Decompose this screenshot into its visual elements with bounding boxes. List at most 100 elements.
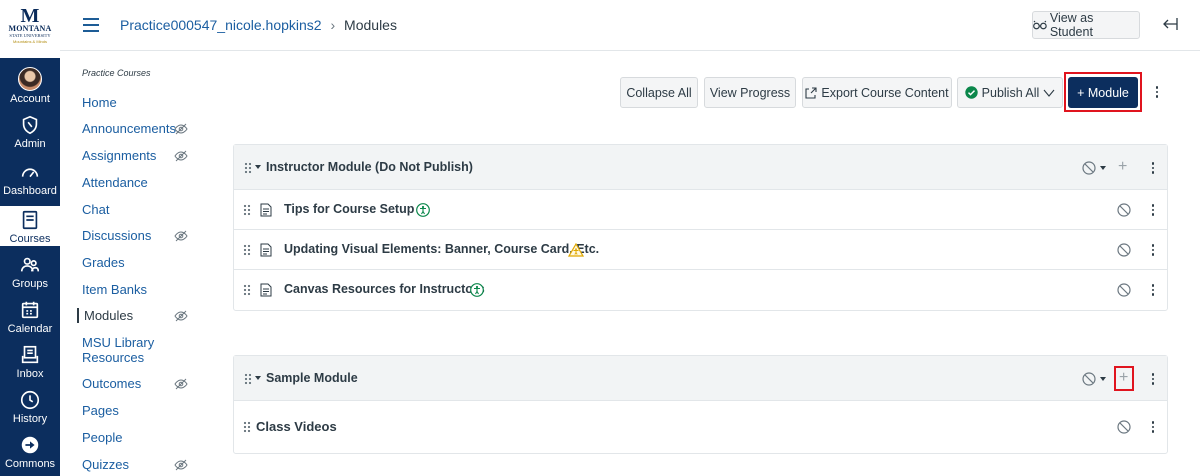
module-item-title[interactable]: Class Videos [256, 419, 337, 434]
page-icon [260, 283, 272, 297]
drag-handle-icon[interactable] [243, 284, 251, 296]
collapse-caret-icon[interactable] [255, 165, 261, 169]
view-progress-button[interactable]: View Progress [704, 77, 796, 108]
logo-name: MONTANA [8, 24, 52, 33]
course-nav-item-people[interactable]: People [82, 430, 194, 445]
module-item[interactable]: Tips for Course Setup [234, 190, 1167, 230]
export-icon [805, 86, 817, 99]
course-nav-item-modules[interactable]: Modules [77, 308, 189, 323]
course-nav-item-home[interactable]: Home [82, 95, 194, 110]
publish-all-label: Publish All [981, 85, 1040, 100]
groups-icon [20, 257, 40, 272]
gnav-calendar[interactable]: Calendar [0, 299, 60, 335]
gnav-groups-label: Groups [11, 278, 49, 290]
collapse-all-button[interactable]: Collapse All [620, 77, 698, 108]
modules-more-options-icon[interactable] [1150, 85, 1164, 99]
module-sample: Sample Module + Class Videos [233, 355, 1168, 454]
gnav-commons[interactable]: Commons [0, 434, 60, 470]
shield-icon [22, 115, 38, 135]
collapse-right-panel-icon[interactable] [1161, 15, 1179, 33]
logo-mark: M [20, 5, 40, 27]
add-item-icon[interactable]: + [1118, 158, 1127, 176]
highlight-add-item [1114, 366, 1134, 391]
export-course-content-button[interactable]: Export Course Content [802, 77, 952, 108]
course-nav-item-attendance[interactable]: Attendance [82, 175, 194, 190]
unpublished-icon[interactable] [1117, 243, 1131, 257]
gnav-inbox[interactable]: Inbox [0, 344, 60, 380]
module-item-title[interactable]: Updating Visual Elements: Banner, Course… [284, 242, 599, 256]
unpublished-icon[interactable] [1117, 203, 1131, 217]
course-nav-item-msu-library-resources[interactable]: MSU Library Resources [82, 335, 194, 365]
gnav-calendar-label: Calendar [7, 323, 53, 335]
gnav-dashboard-label: Dashboard [3, 185, 57, 197]
unpublished-icon[interactable] [1082, 161, 1096, 175]
accessibility-ok-icon[interactable] [416, 203, 430, 217]
accessibility-warning-icon[interactable] [568, 243, 584, 257]
gnav-account-label: Account [10, 93, 50, 105]
module-item[interactable]: Canvas Resources for Instructors [234, 270, 1167, 310]
item-options-icon[interactable] [1146, 283, 1160, 297]
gnav-inbox-label: Inbox [16, 368, 44, 380]
view-progress-label: View Progress [709, 85, 791, 100]
gnav-courses-label: Courses [9, 233, 51, 245]
module-item-title[interactable]: Canvas Resources for Instructors [284, 282, 485, 296]
course-nav-title: Practice Courses [82, 68, 151, 78]
drag-handle-icon[interactable] [243, 204, 251, 216]
gnav-groups[interactable]: Groups [0, 254, 60, 290]
item-options-icon[interactable] [1146, 420, 1160, 434]
logo-tagline: Mountains & Minds [12, 39, 47, 44]
drag-handle-icon[interactable] [243, 244, 251, 256]
course-nav-item-pages[interactable]: Pages [82, 403, 194, 418]
course-nav-item-item-banks[interactable]: Item Banks [82, 282, 194, 297]
calendar-icon [21, 301, 39, 319]
gnav-history[interactable]: History [0, 389, 60, 425]
chevron-down-icon [1043, 89, 1055, 97]
module-item[interactable]: Class Videos [234, 401, 1167, 453]
gnav-courses[interactable]: Courses [0, 206, 60, 246]
course-nav-item-chat[interactable]: Chat [82, 202, 194, 217]
collapse-all-label: Collapse All [626, 85, 692, 100]
hidden-eye-icon [174, 230, 188, 242]
module-options-icon[interactable] [1146, 161, 1160, 175]
course-nav-item-grades[interactable]: Grades [82, 255, 194, 270]
page-header: Practice000547_nicole.hopkins2 › Modules… [60, 0, 1200, 51]
unpublished-icon[interactable] [1117, 283, 1131, 297]
module-header[interactable]: Sample Module + [234, 356, 1167, 401]
published-check-icon [964, 86, 978, 99]
gnav-dashboard[interactable]: Dashboard [0, 161, 60, 197]
publish-dropdown-caret-icon[interactable] [1100, 166, 1106, 170]
unpublished-icon[interactable] [1117, 420, 1131, 434]
breadcrumb-course-link[interactable]: Practice000547_nicole.hopkins2 [120, 17, 322, 33]
module-title: Instructor Module (Do Not Publish) [266, 160, 473, 174]
msu-logo[interactable]: M MONTANA STATE UNIVERSITY Mountains & M… [0, 0, 60, 58]
gnav-admin-label: Admin [14, 138, 46, 150]
module-options-icon[interactable] [1146, 372, 1160, 386]
unpublished-icon[interactable] [1082, 372, 1096, 386]
module-item[interactable]: Updating Visual Elements: Banner, Course… [234, 230, 1167, 270]
gnav-account[interactable]: Account [0, 67, 60, 105]
gnav-admin[interactable]: Admin [0, 114, 60, 150]
collapse-caret-icon[interactable] [255, 376, 261, 380]
drag-handle-icon[interactable] [243, 421, 251, 433]
module-instructor: Instructor Module (Do Not Publish) + Tip… [233, 144, 1168, 311]
view-as-student-button[interactable]: View as Student [1032, 11, 1140, 39]
hidden-eye-icon [174, 310, 188, 322]
gnav-history-label: History [12, 413, 48, 425]
publish-all-button[interactable]: Publish All [957, 77, 1063, 108]
breadcrumb: Practice000547_nicole.hopkins2 › Modules [120, 17, 397, 33]
dashboard-icon [21, 168, 39, 178]
publish-dropdown-caret-icon[interactable] [1100, 377, 1106, 381]
gnav-commons-label: Commons [4, 458, 56, 470]
item-options-icon[interactable] [1146, 243, 1160, 257]
highlight-add-module [1064, 72, 1142, 112]
hamburger-menu-icon[interactable] [83, 18, 99, 32]
drag-handle-icon[interactable] [244, 162, 252, 174]
clock-icon [20, 390, 40, 410]
drag-handle-icon[interactable] [244, 373, 252, 385]
item-options-icon[interactable] [1146, 203, 1160, 217]
avatar-icon [18, 67, 42, 91]
module-item-title[interactable]: Tips for Course Setup [284, 202, 414, 216]
page-icon [260, 203, 272, 217]
module-header[interactable]: Instructor Module (Do Not Publish) + [234, 145, 1167, 190]
accessibility-ok-icon[interactable] [470, 283, 484, 297]
